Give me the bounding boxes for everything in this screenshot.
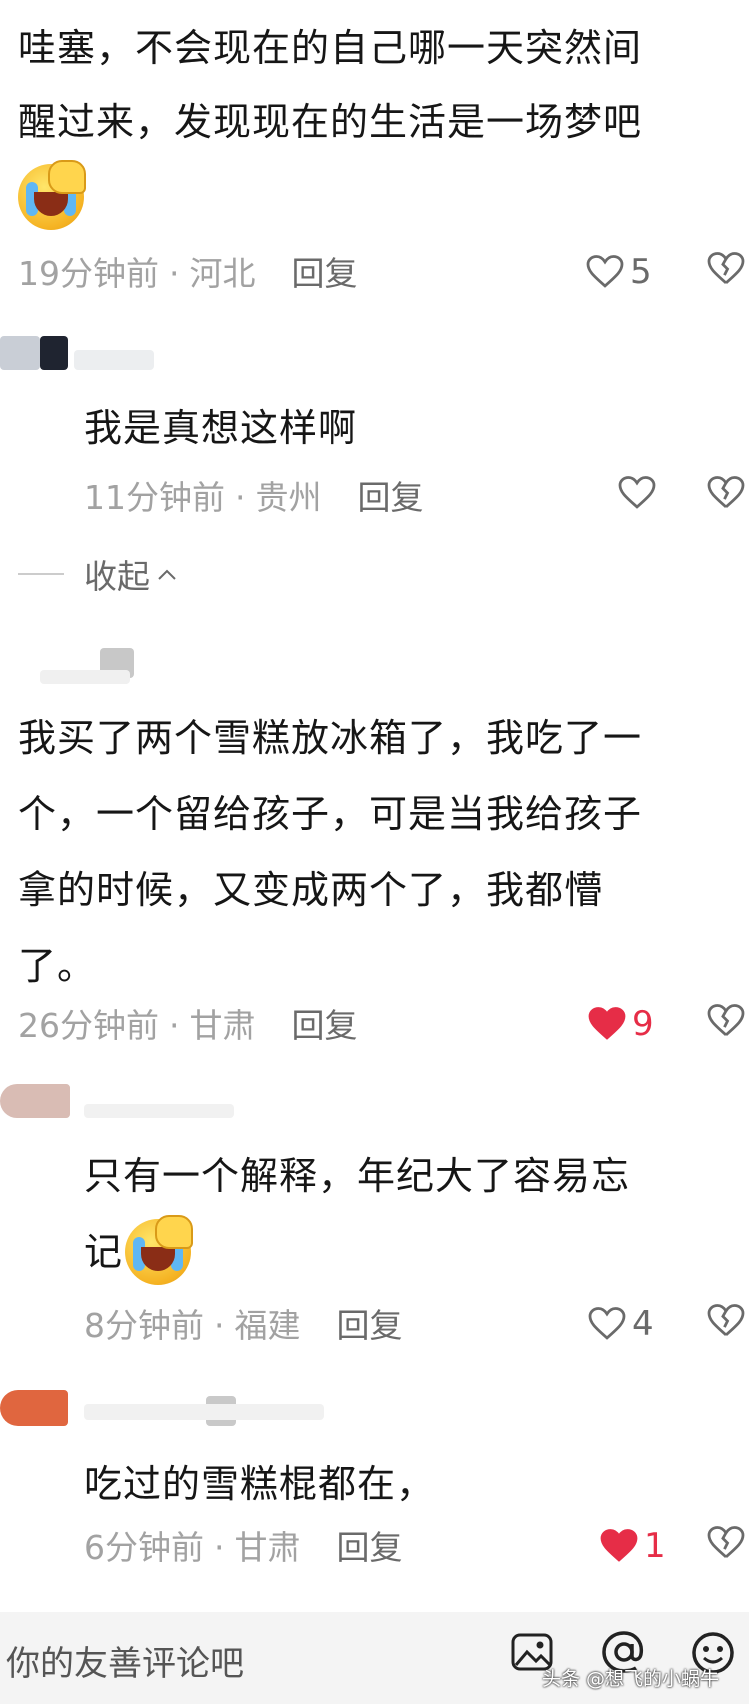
reply-button[interactable]: 回复	[292, 254, 358, 293]
reply-button[interactable]: 回复	[337, 1306, 403, 1345]
comment-location: 甘肃	[234, 1528, 301, 1567]
comment-location: 河北	[189, 254, 256, 293]
comment-meta: 19分钟前 · 河北 回复	[18, 254, 358, 293]
dislike-heart-icon[interactable]	[706, 1304, 746, 1338]
comment-meta: 8分钟前 · 福建 回复	[84, 1306, 403, 1345]
username[interactable]	[74, 350, 154, 370]
comment-location: 贵州	[255, 478, 322, 517]
comment-meta: 11分钟前 · 贵州 回复	[84, 478, 424, 517]
reply-button[interactable]: 回复	[358, 478, 424, 517]
heart-icon	[588, 1307, 626, 1340]
comment-input-bar: 你的友善评论吧 头条 @想飞的小蜗牛	[0, 1612, 749, 1704]
comment-text-line: 只有一个解释，年纪大了容易忘	[84, 1154, 631, 1198]
comment-text-line: 我买了两个雪糕放冰箱了，我吃了一	[18, 716, 643, 760]
username[interactable]	[84, 1104, 234, 1118]
avatar[interactable]	[0, 1084, 70, 1118]
like-button[interactable]: 9	[588, 1004, 654, 1044]
facepalm-laugh-cry-icon	[18, 160, 86, 230]
comment-time: 26分钟前	[18, 1006, 159, 1045]
like-count: 1	[644, 1526, 666, 1566]
dislike-heart-icon[interactable]	[706, 476, 746, 510]
collapse-replies-button[interactable]: 收起	[18, 550, 178, 598]
comment-text-line: 个，一个留给孩子，可是当我给孩子	[18, 792, 643, 836]
comment-text-line: 哇塞，不会现在的自己哪一天突然间	[18, 26, 643, 70]
username	[84, 1404, 324, 1420]
facepalm-laugh-cry-icon	[125, 1215, 194, 1285]
comment-text-line: 拿的时候，又变成两个了，我都懵	[18, 868, 604, 912]
avatar[interactable]	[0, 336, 40, 370]
username[interactable]	[40, 670, 130, 684]
comment-text-line: 醒过来，发现现在的生活是一场梦吧	[18, 100, 643, 144]
avatar	[40, 336, 68, 370]
comment-text-line: 记	[84, 1214, 194, 1290]
avatar[interactable]	[0, 1390, 68, 1426]
reply-button[interactable]: 回复	[337, 1528, 403, 1567]
comment-text-line: 我是真想这样啊	[84, 406, 358, 450]
comment-meta: 6分钟前 · 甘肃 回复	[84, 1528, 403, 1567]
comment-time: 6分钟前	[84, 1528, 204, 1567]
comment-input[interactable]: 你的友善评论吧	[6, 1636, 244, 1685]
like-button[interactable]: 5	[586, 252, 652, 292]
comment-text-line: 吃过的雪糕棍都在，	[84, 1462, 436, 1506]
heart-icon	[586, 255, 624, 288]
reply-button[interactable]: 回复	[292, 1006, 358, 1045]
heart-icon	[618, 476, 656, 509]
like-button[interactable]: 4	[588, 1304, 654, 1344]
comment-meta: 26分钟前 · 甘肃 回复	[18, 1006, 358, 1045]
like-count: 9	[632, 1004, 654, 1044]
heart-icon	[588, 1007, 626, 1040]
dislike-heart-icon[interactable]	[706, 252, 746, 286]
comment-location: 甘肃	[189, 1006, 256, 1045]
comment-time: 19分钟前	[18, 254, 159, 293]
like-count: 5	[630, 252, 652, 292]
like-button[interactable]	[618, 476, 662, 510]
like-button[interactable]: 1	[600, 1526, 666, 1566]
collapse-label: 收起	[84, 557, 150, 596]
dislike-heart-icon[interactable]	[706, 1526, 746, 1560]
like-count: 4	[632, 1304, 654, 1344]
comment-text-line: 了。	[18, 944, 97, 988]
comment-location: 福建	[234, 1306, 301, 1345]
divider	[18, 573, 64, 575]
comment-time: 11分钟前	[84, 478, 225, 517]
dislike-heart-icon[interactable]	[706, 1004, 746, 1038]
heart-icon	[600, 1529, 638, 1562]
comment-text-fragment: 记	[84, 1230, 124, 1274]
comment-time: 8分钟前	[84, 1306, 204, 1345]
watermark: 头条 @想飞的小蜗牛	[541, 1668, 719, 1690]
chevron-up-icon	[158, 569, 176, 580]
